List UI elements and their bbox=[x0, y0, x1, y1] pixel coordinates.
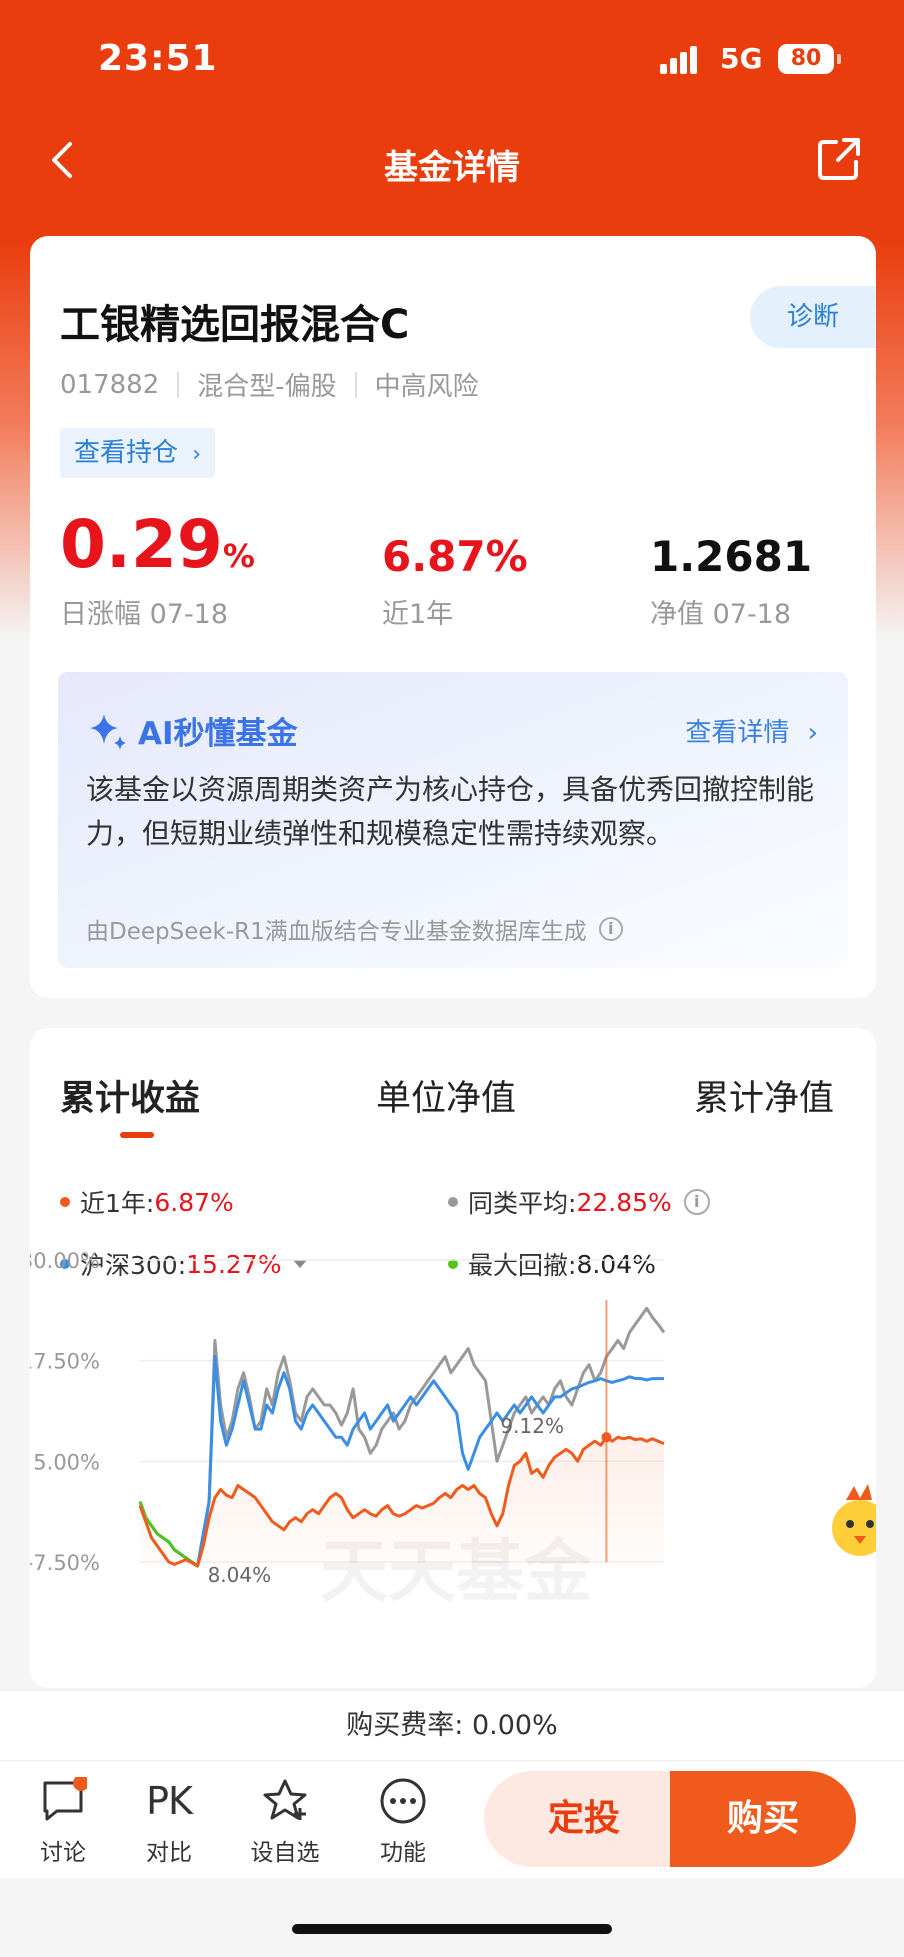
info-icon[interactable]: i bbox=[598, 917, 623, 941]
page-title: 基金详情 bbox=[384, 148, 520, 188]
annotation-high: 9.12% bbox=[500, 1414, 564, 1438]
daily-change-stat: 0.29% 日涨幅 07-18 bbox=[60, 512, 255, 631]
signal-icon bbox=[660, 46, 700, 74]
ai-details-link[interactable]: 查看详情 › bbox=[685, 712, 818, 749]
auto-invest-button[interactable]: 定投 bbox=[484, 1771, 684, 1867]
compare-label: 对比 bbox=[146, 1840, 192, 1866]
daily-change-unit: % bbox=[222, 537, 255, 575]
fund-risk: 中高风险 bbox=[374, 372, 479, 402]
ai-summary-box: AI秒懂基金 查看详情 › 该基金以资源周期类资产为核心持仓，具备优秀回撤控制能… bbox=[58, 672, 848, 968]
nav-value: 1.2681 bbox=[650, 532, 813, 581]
year-return-label: 近1年 bbox=[382, 599, 454, 630]
compare-button[interactable]: PK 对比 bbox=[124, 1775, 214, 1867]
battery-icon: 80 bbox=[778, 44, 841, 74]
view-holdings-label: 查看持仓 bbox=[74, 438, 179, 468]
y-tick-label: 5.00% bbox=[33, 1450, 100, 1474]
star-icon bbox=[263, 1779, 307, 1820]
purchase-fee-text: 购买费率: 0.00% bbox=[346, 1710, 558, 1741]
chat-bubble-icon bbox=[43, 1777, 87, 1821]
purchase-fee-bar: 购买费率: 0.00% bbox=[0, 1690, 904, 1760]
status-time: 23:51 bbox=[98, 38, 218, 79]
add-watchlist-button[interactable]: 设自选 bbox=[240, 1775, 330, 1867]
nav-stat: 1.2681 净值 07-18 bbox=[650, 536, 812, 631]
daily-change-value: 0.29 bbox=[60, 506, 223, 583]
ai-footnote-text: 由DeepSeek-R1满血版结合专业基金数据库生成 bbox=[86, 919, 587, 945]
mascot-icon[interactable] bbox=[832, 1484, 876, 1556]
ai-summary-text: 该基金以资源周期类资产为核心持仓，具备优秀回撤控制能力，但短期业绩弹性和规模稳定… bbox=[86, 773, 815, 850]
ai-title: AI秒懂基金 bbox=[88, 708, 298, 753]
annotation-low: 8.04% bbox=[208, 1563, 272, 1587]
ai-title-text: AI秒懂基金 bbox=[138, 716, 298, 752]
daily-change-label: 日涨幅 07-18 bbox=[60, 599, 229, 630]
y-tick-label: -7.50% bbox=[30, 1551, 100, 1575]
fund-type: 混合型-偏股 bbox=[197, 372, 337, 402]
nav-label: 净值 07-18 bbox=[650, 599, 792, 630]
ai-details-label: 查看详情 bbox=[685, 718, 790, 748]
fund-meta: 017882 混合型-偏股 中高风险 bbox=[60, 366, 479, 403]
ai-footnote: 由DeepSeek-R1满血版结合专业基金数据库生成 i bbox=[86, 912, 623, 946]
more-icon bbox=[380, 1778, 426, 1824]
network-label: 5G bbox=[720, 42, 763, 75]
diagnose-button[interactable]: 诊断 bbox=[750, 286, 876, 348]
buy-button[interactable]: 购买 bbox=[670, 1771, 856, 1867]
pk-icon: PK bbox=[146, 1779, 193, 1823]
bottom-action-bar: 讨论 PK 对比 设自选 功能 定投 购买 bbox=[0, 1760, 904, 1878]
fund-name: 工银精选回报混合C bbox=[60, 302, 410, 348]
return-chart[interactable]: 30.00%17.50%5.00%-7.50% 天天基金 9.12%8.04% bbox=[30, 1028, 876, 1688]
more-functions-label: 功能 bbox=[380, 1840, 426, 1866]
discussion-label: 讨论 bbox=[40, 1840, 86, 1866]
home-area bbox=[0, 1878, 904, 1957]
year-return-stat: 6.87% 近1年 bbox=[382, 536, 528, 631]
fund-area-fill bbox=[140, 1437, 664, 1566]
chevron-right-icon: › bbox=[192, 442, 202, 467]
more-functions-button[interactable]: 功能 bbox=[358, 1775, 448, 1867]
add-watchlist-label: 设自选 bbox=[250, 1840, 320, 1866]
share-icon[interactable] bbox=[814, 134, 864, 184]
sparkle-icon bbox=[90, 713, 126, 750]
fund-info-card: 工银精选回报混合C 诊断 017882 混合型-偏股 中高风险 查看持仓 › 0… bbox=[30, 236, 876, 998]
y-tick-label: 17.50% bbox=[30, 1350, 100, 1374]
chevron-right-icon: › bbox=[807, 718, 818, 748]
chart-card: 累计收益 单位净值 累计净值 近1年: 6.87% 同类平均: 22.85% i… bbox=[30, 1028, 876, 1688]
fund-code: 017882 bbox=[60, 369, 160, 400]
year-return-value: 6.87% bbox=[382, 532, 528, 581]
home-indicator[interactable] bbox=[292, 1924, 612, 1934]
y-tick-label: 30.00% bbox=[30, 1249, 100, 1273]
divider bbox=[354, 371, 357, 398]
nav-bar: 基金详情 bbox=[0, 120, 904, 200]
view-holdings-button[interactable]: 查看持仓 › bbox=[60, 428, 216, 478]
discussion-button[interactable]: 讨论 bbox=[18, 1775, 108, 1867]
status-bar: 23:51 5G 80 bbox=[0, 0, 904, 120]
divider bbox=[177, 371, 180, 398]
marker-dot bbox=[601, 1432, 612, 1443]
